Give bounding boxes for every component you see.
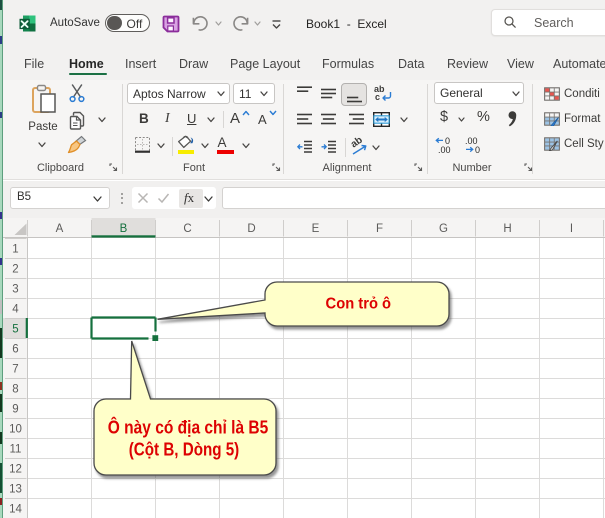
svg-text:A: A [56,223,64,235]
svg-text:13: 13 [9,484,22,496]
svg-text:9: 9 [12,404,18,416]
svg-text:4: 4 [12,304,19,316]
svg-text:2: 2 [12,264,18,276]
svg-text:I: I [570,223,573,235]
svg-text:.00: .00 [438,145,451,154]
svg-text:G: G [439,223,448,235]
svg-text:3: 3 [12,284,18,296]
svg-text:10: 10 [9,424,22,436]
svg-text:D: D [247,223,255,235]
svg-text:12: 12 [9,464,22,476]
svg-text:(Cột B, Dòng 5): (Cột B, Dòng 5) [129,439,240,460]
svg-text:C: C [183,223,191,235]
svg-text:11: 11 [10,444,22,456]
svg-text:14: 14 [9,504,22,516]
svg-text:E: E [312,223,320,235]
svg-text:H: H [503,223,511,235]
svg-text:5: 5 [12,324,18,336]
svg-text:Ô này có địa chỉ là B5: Ô này có địa chỉ là B5 [108,416,269,437]
svg-text:8: 8 [12,384,18,396]
svg-text:1: 1 [12,244,18,256]
svg-text:F: F [376,223,383,235]
svg-text:7: 7 [12,364,18,376]
svg-text:B: B [120,223,128,235]
svg-text:6: 6 [12,344,18,356]
svg-text:0: 0 [475,145,480,154]
svg-text:Con trỏ ô: Con trỏ ô [326,296,392,313]
